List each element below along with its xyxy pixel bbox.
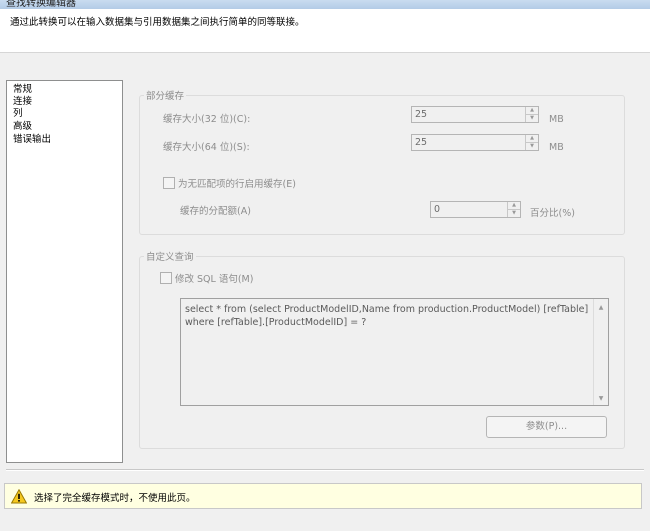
- cache-size-64-unit: MB: [549, 142, 564, 153]
- enable-miss-cache-checkbox[interactable]: [163, 177, 175, 189]
- cache-alloc-value[interactable]: 0: [434, 204, 440, 215]
- spinner-buttons: ▲ ▼: [507, 202, 520, 217]
- header-description: 通过此转换可以在输入数据集与引用数据集之间执行简单的同等联接。: [10, 17, 305, 28]
- enable-miss-cache-label: 为无匹配项的行启用缓存(E): [178, 179, 296, 190]
- custom-query-legend: 自定义查询: [144, 249, 196, 263]
- parameters-button[interactable]: 参数(P)...: [486, 416, 607, 438]
- scroll-up-icon[interactable]: ▲: [594, 304, 608, 311]
- message-bar: 选择了完全缓存模式时，不使用此页。: [4, 483, 642, 509]
- cache-size-64-spinner[interactable]: 25 ▲ ▼: [411, 134, 539, 151]
- spin-down-icon[interactable]: ▼: [526, 143, 538, 150]
- nav-item-error-output[interactable]: 错误输出: [13, 134, 51, 146]
- cache-alloc-label: 缓存的分配额(A): [180, 206, 251, 217]
- window-title: 查找转换编辑器: [6, 0, 76, 9]
- spin-up-icon[interactable]: ▲: [526, 107, 538, 115]
- spinner-buttons: ▲ ▼: [525, 107, 538, 122]
- nav-item-connection[interactable]: 连接: [13, 96, 32, 108]
- spinner-buttons: ▲ ▼: [525, 135, 538, 150]
- vertical-scrollbar[interactable]: ▲ ▼: [593, 299, 608, 405]
- spin-up-icon[interactable]: ▲: [508, 202, 520, 210]
- spin-down-icon[interactable]: ▼: [526, 115, 538, 122]
- page-nav-list[interactable]: 常规 连接 列 高级 错误输出: [6, 80, 123, 463]
- partial-cache-legend: 部分缓存: [144, 88, 187, 102]
- divider: [6, 469, 644, 471]
- modify-sql-checkbox[interactable]: [160, 272, 172, 284]
- cache-size-64-value[interactable]: 25: [415, 137, 427, 148]
- cache-alloc-spinner[interactable]: 0 ▲ ▼: [430, 201, 521, 218]
- scroll-down-icon[interactable]: ▼: [594, 395, 608, 402]
- nav-item-columns[interactable]: 列: [13, 108, 23, 120]
- cache-size-32-value[interactable]: 25: [415, 109, 427, 120]
- sql-statement-textarea[interactable]: select * from (select ProductModelID,Nam…: [180, 298, 609, 406]
- cache-size-32-unit: MB: [549, 114, 564, 125]
- message-text: 选择了完全缓存模式时，不使用此页。: [34, 493, 196, 504]
- spin-up-icon[interactable]: ▲: [526, 135, 538, 143]
- title-bar: 查找转换编辑器: [0, 0, 650, 9]
- warning-icon: [11, 489, 27, 504]
- spin-down-icon[interactable]: ▼: [508, 210, 520, 217]
- cache-size-64-label: 缓存大小(64 位)(S):: [163, 142, 250, 153]
- nav-item-advanced[interactable]: 高级: [13, 121, 32, 133]
- modify-sql-label: 修改 SQL 语句(M): [175, 274, 254, 285]
- cache-size-32-label: 缓存大小(32 位)(C):: [163, 114, 251, 125]
- cache-size-32-spinner[interactable]: 25 ▲ ▼: [411, 106, 539, 123]
- sql-statement-text[interactable]: select * from (select ProductModelID,Nam…: [185, 303, 593, 329]
- nav-item-general[interactable]: 常规: [13, 84, 32, 96]
- cache-alloc-unit: 百分比(%): [530, 208, 575, 219]
